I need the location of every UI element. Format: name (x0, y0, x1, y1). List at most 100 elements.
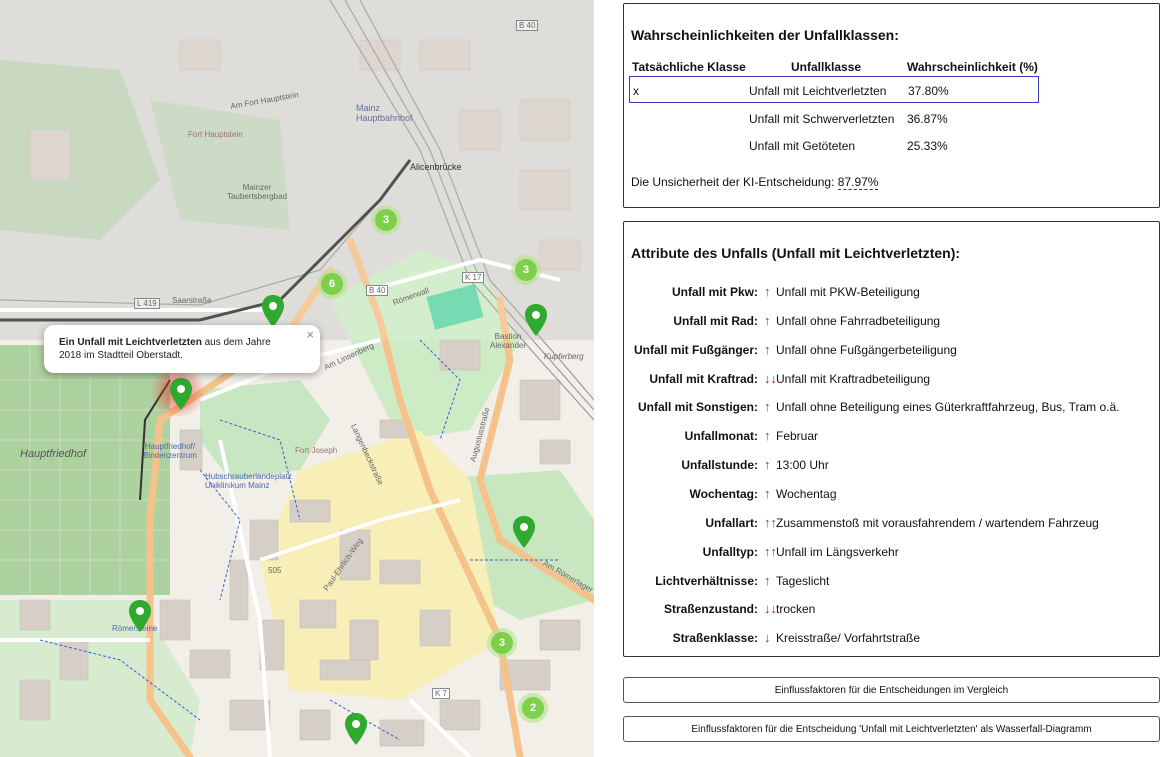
compare-factors-button[interactable]: Einflussfaktoren für die Entscheidungen … (623, 677, 1160, 703)
label-saarstrasse: Saarstraße (172, 296, 212, 305)
actual-class-marker: x (633, 84, 639, 98)
attribute-value: Tageslicht (776, 573, 830, 588)
attribute-row: Unfall mit Fußgänger: ↑ Unfall ohne Fußgän… (624, 340, 1161, 360)
attribute-label: Unfall mit Pkw: (671, 285, 758, 299)
attribute-label: Unfallmonat: (684, 429, 758, 444)
attribute-value: Unfall im Längsverkehr (776, 544, 899, 559)
popup-title: Ein Unfall mit Leichtverletzten (59, 337, 202, 348)
label-l419: L 419 (134, 298, 160, 309)
attribute-label: Unfalltyp: (702, 544, 758, 559)
probability-row[interactable]: Unfall mit Getöteten 25.33% (629, 132, 1039, 159)
attribute-value: Februar (776, 429, 819, 444)
attribute-value: Unfall mit Kraftradbeteiligung (776, 371, 931, 386)
label-k17: K 17 (462, 272, 485, 283)
popup-close-icon[interactable]: × (306, 328, 314, 341)
attribute-row: Lichtverhältnisse: ↑ Tageslicht (624, 571, 1161, 591)
label-505: 505 (268, 566, 282, 575)
arrow-up-icon: ↑ (764, 284, 771, 299)
header-class: Unfallklasse (791, 60, 862, 74)
class-probability: 36.87% (907, 112, 948, 126)
probability-row[interactable]: Unfall mit Schwerverletzten 36.87% (629, 105, 1039, 132)
attribute-row: Unfall mit Rad: ↑ Unfall ohne Fahrradbetei… (624, 311, 1161, 331)
attribute-label: Unfall mit Sonstigen: (638, 400, 758, 415)
popup-text-line2: 2018 im Stadtteil Oberstadt. (59, 350, 183, 361)
marker-popup: × Ein Unfall mit Leichtverletzten aus de… (44, 325, 320, 386)
label-b40: B 40 (366, 285, 389, 296)
attribute-label: Straßenklasse: (672, 631, 758, 646)
arrow-up-icon: ↑ (764, 485, 771, 501)
cluster-marker[interactable]: 3 (487, 628, 517, 658)
accident-marker[interactable] (345, 713, 367, 745)
attribute-label: Unfallstunde: (681, 458, 758, 473)
attribute-row: Unfallmonat: ↑ Februar (624, 426, 1161, 446)
probabilities-panel: Wahrscheinlichkeiten der Unfallklassen: … (623, 3, 1160, 208)
selected-accident-marker[interactable] (170, 378, 192, 410)
cluster-marker[interactable]: 3 (511, 255, 541, 285)
arrow-up-icon: ↑ (764, 572, 771, 588)
attribute-label: Wochentag: (689, 486, 758, 501)
arrow-down-icon: ↓ (764, 630, 771, 646)
cluster-marker[interactable]: 3 (371, 205, 401, 235)
uncertainty-value[interactable]: 87.97% (837, 175, 879, 190)
attribute-label: Unfall mit Fußgänger: (634, 342, 758, 357)
uncertainty-text: Die Unsicherheit der KI-Entscheidung: 87… (631, 175, 879, 190)
attribute-row: Straßenklasse: ↓ Kreisstraße/ Vorfahrtstra… (624, 628, 1161, 648)
label-k7: K 7 (432, 688, 451, 699)
attribute-row: Unfallstunde: ↑ 13:00 Uhr (624, 455, 1161, 475)
label-bastion: Bastion Alexander (489, 332, 527, 350)
accident-map[interactable]: Hauptfriedhof Mainz Hauptbahnhof Alicenb… (0, 0, 594, 757)
label-hauptfriedhof: Hauptfriedhof (20, 448, 87, 460)
attribute-value: Unfall ohne Fahrradbeteiligung (776, 313, 941, 328)
label-fort-joseph: Fort Joseph (295, 446, 338, 455)
arrow-up-icon: ↑ (764, 312, 771, 328)
cluster-marker[interactable]: 6 (317, 269, 347, 299)
accident-marker[interactable] (129, 600, 151, 632)
header-actual-class: Tatsächliche Klasse (632, 60, 746, 74)
attribute-row: Unfall mit Kraftrad: ↓↓ Unfall mit Kraftra… (624, 369, 1161, 389)
class-probability: 37.80% (908, 84, 949, 98)
attribute-row: Straßenzustand: ↓↓ trocken (624, 599, 1161, 619)
accident-marker[interactable] (513, 516, 535, 548)
attribute-label: Unfall mit Rad: (673, 313, 758, 328)
label-taubertsbergbad: Mainzer Taubertsbergbad (226, 183, 288, 201)
label-hauptfriedhof-stop: Hauptfriedhof/ Bindenzentrum (143, 442, 197, 460)
class-name: Unfall mit Leichtverletzten (749, 84, 887, 98)
header-probability: Wahrscheinlichkeit (%) (907, 60, 1038, 74)
attribute-value: 13:00 Uhr (776, 458, 829, 473)
attribute-label: Lichtverhältnisse: (655, 573, 758, 588)
attributes-title: Attribute des Unfalls (Unfall mit Leicht… (631, 245, 961, 261)
probabilities-title: Wahrscheinlichkeiten der Unfallklassen: (631, 27, 899, 43)
label-alicenbruecke: Alicenbrücke (410, 162, 462, 172)
arrow-up-icon: ↑ (764, 457, 771, 473)
cluster-marker[interactable]: 2 (518, 693, 548, 723)
attribute-value: Unfall ohne Beteiligung eines Güterkraft… (776, 400, 1120, 415)
class-name: Unfall mit Schwerverletzten (749, 112, 895, 126)
attribute-label: Straßenzustand: (663, 602, 758, 617)
accident-marker[interactable] (525, 304, 547, 336)
waterfall-chart-button[interactable]: Einflussfaktoren für die Entscheidung 'U… (623, 716, 1160, 742)
attribute-value: Kreisstraße/ Vorfahrtstraße (776, 631, 921, 646)
attribute-row: Unfall mit Sonstigen: ↑ Unfall ohne Beteil… (624, 397, 1161, 417)
attribute-label: Unfall mit Kraftrad: (649, 371, 758, 386)
arrow-up-icon: ↑ (764, 341, 771, 357)
attribute-value: trocken (776, 602, 816, 617)
popup-text: aus dem Jahre (201, 337, 271, 348)
probability-row-selected[interactable]: x Unfall mit Leichtverletzten 37.80% (629, 76, 1039, 103)
arrow-up-icon: ↑ (764, 428, 771, 444)
attribute-value: Zusammenstoß mit vorausfahrendem / warte… (776, 515, 1099, 530)
accident-marker[interactable] (262, 295, 284, 327)
attribute-value: Unfall ohne Fußgängerbeteiligung (776, 342, 957, 357)
class-name: Unfall mit Getöteten (749, 139, 856, 153)
attribute-row: Wochentag: ↑ Wochentag (624, 484, 1161, 504)
attribute-label: Unfallart: (705, 515, 758, 530)
attribute-row: Unfallart: ↑↑ Zusammenstoß mit vorausfahre… (624, 513, 1161, 533)
label-b40-north: B 40 (516, 20, 539, 31)
attribute-row: Unfall mit Pkw: ↑ Unfall mit PKW-Beteiligu… (624, 282, 1161, 302)
attribute-row: Unfalltyp: ↑↑ Unfall im Längsverkehr (624, 542, 1161, 562)
label-fort-hauptstein: Fort Hauptstein (188, 130, 243, 139)
uncertainty-label: Die Unsicherheit der KI-Entscheidung: (631, 175, 838, 189)
attribute-value: Wochentag (776, 486, 837, 501)
attribute-value: Unfall mit PKW-Beteiligung (776, 285, 920, 299)
arrow-up-icon: ↑ (764, 399, 771, 415)
attributes-panel: Attribute des Unfalls (Unfall mit Leicht… (623, 221, 1160, 657)
